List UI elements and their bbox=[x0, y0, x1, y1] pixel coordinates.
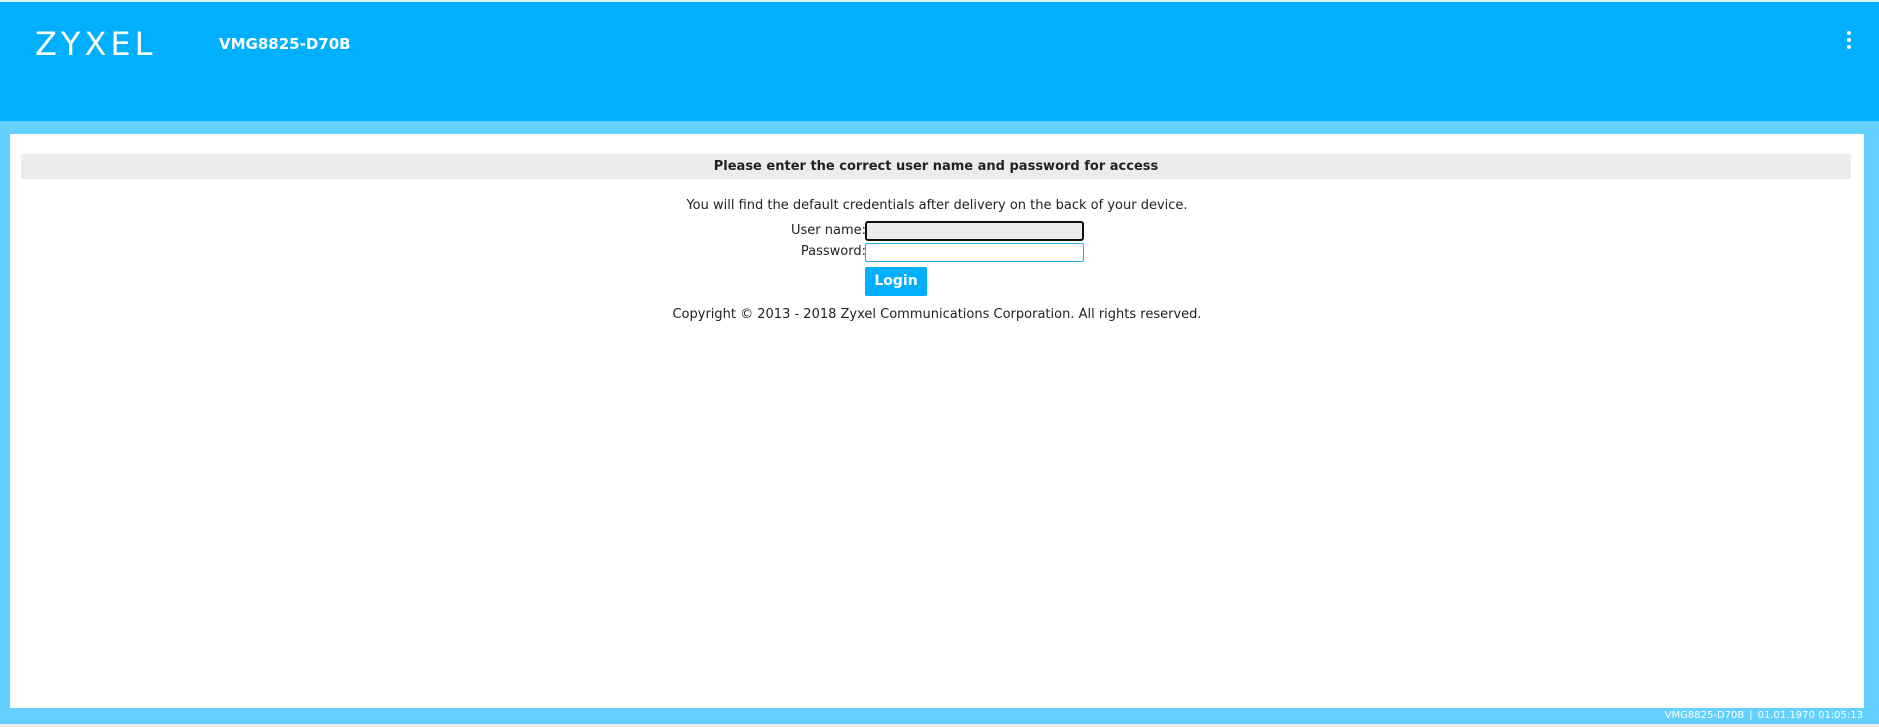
login-page: ZYXEL VMG8825-D70B Please enter the corr… bbox=[0, 0, 1879, 727]
menu-dot bbox=[1847, 45, 1851, 49]
password-label: Password: bbox=[800, 244, 866, 259]
password-row: Password: bbox=[10, 242, 866, 262]
login-panel: Please enter the correct user name and p… bbox=[10, 134, 1864, 708]
menu-dot bbox=[1847, 38, 1851, 42]
top-header: ZYXEL VMG8825-D70B bbox=[0, 2, 1879, 121]
login-notice: Please enter the correct user name and p… bbox=[21, 154, 1851, 179]
more-vertical-icon[interactable] bbox=[1841, 30, 1857, 56]
username-row: User name: bbox=[10, 221, 866, 241]
menu-dot bbox=[1847, 31, 1851, 35]
footer-datetime: 01.01.1970 01:05:13 bbox=[1757, 710, 1863, 721]
login-button[interactable]: Login bbox=[865, 267, 927, 296]
password-input[interactable] bbox=[865, 243, 1084, 262]
zyxel-logo: ZYXEL bbox=[35, 25, 157, 63]
footer-status: VMG8825-D70B | 01.01.1970 01:05:13 bbox=[1665, 708, 1863, 724]
username-label: User name: bbox=[790, 223, 866, 238]
device-model-title: VMG8825-D70B bbox=[219, 35, 351, 53]
footer-separator: | bbox=[1749, 710, 1753, 721]
username-input[interactable] bbox=[865, 221, 1084, 241]
copyright-text: Copyright © 2013 - 2018 Zyxel Communicat… bbox=[672, 307, 1202, 322]
footer-model: VMG8825-D70B bbox=[1664, 710, 1745, 721]
content-frame: Please enter the correct user name and p… bbox=[0, 121, 1879, 724]
credentials-hint: You will find the default credentials af… bbox=[686, 198, 1188, 213]
